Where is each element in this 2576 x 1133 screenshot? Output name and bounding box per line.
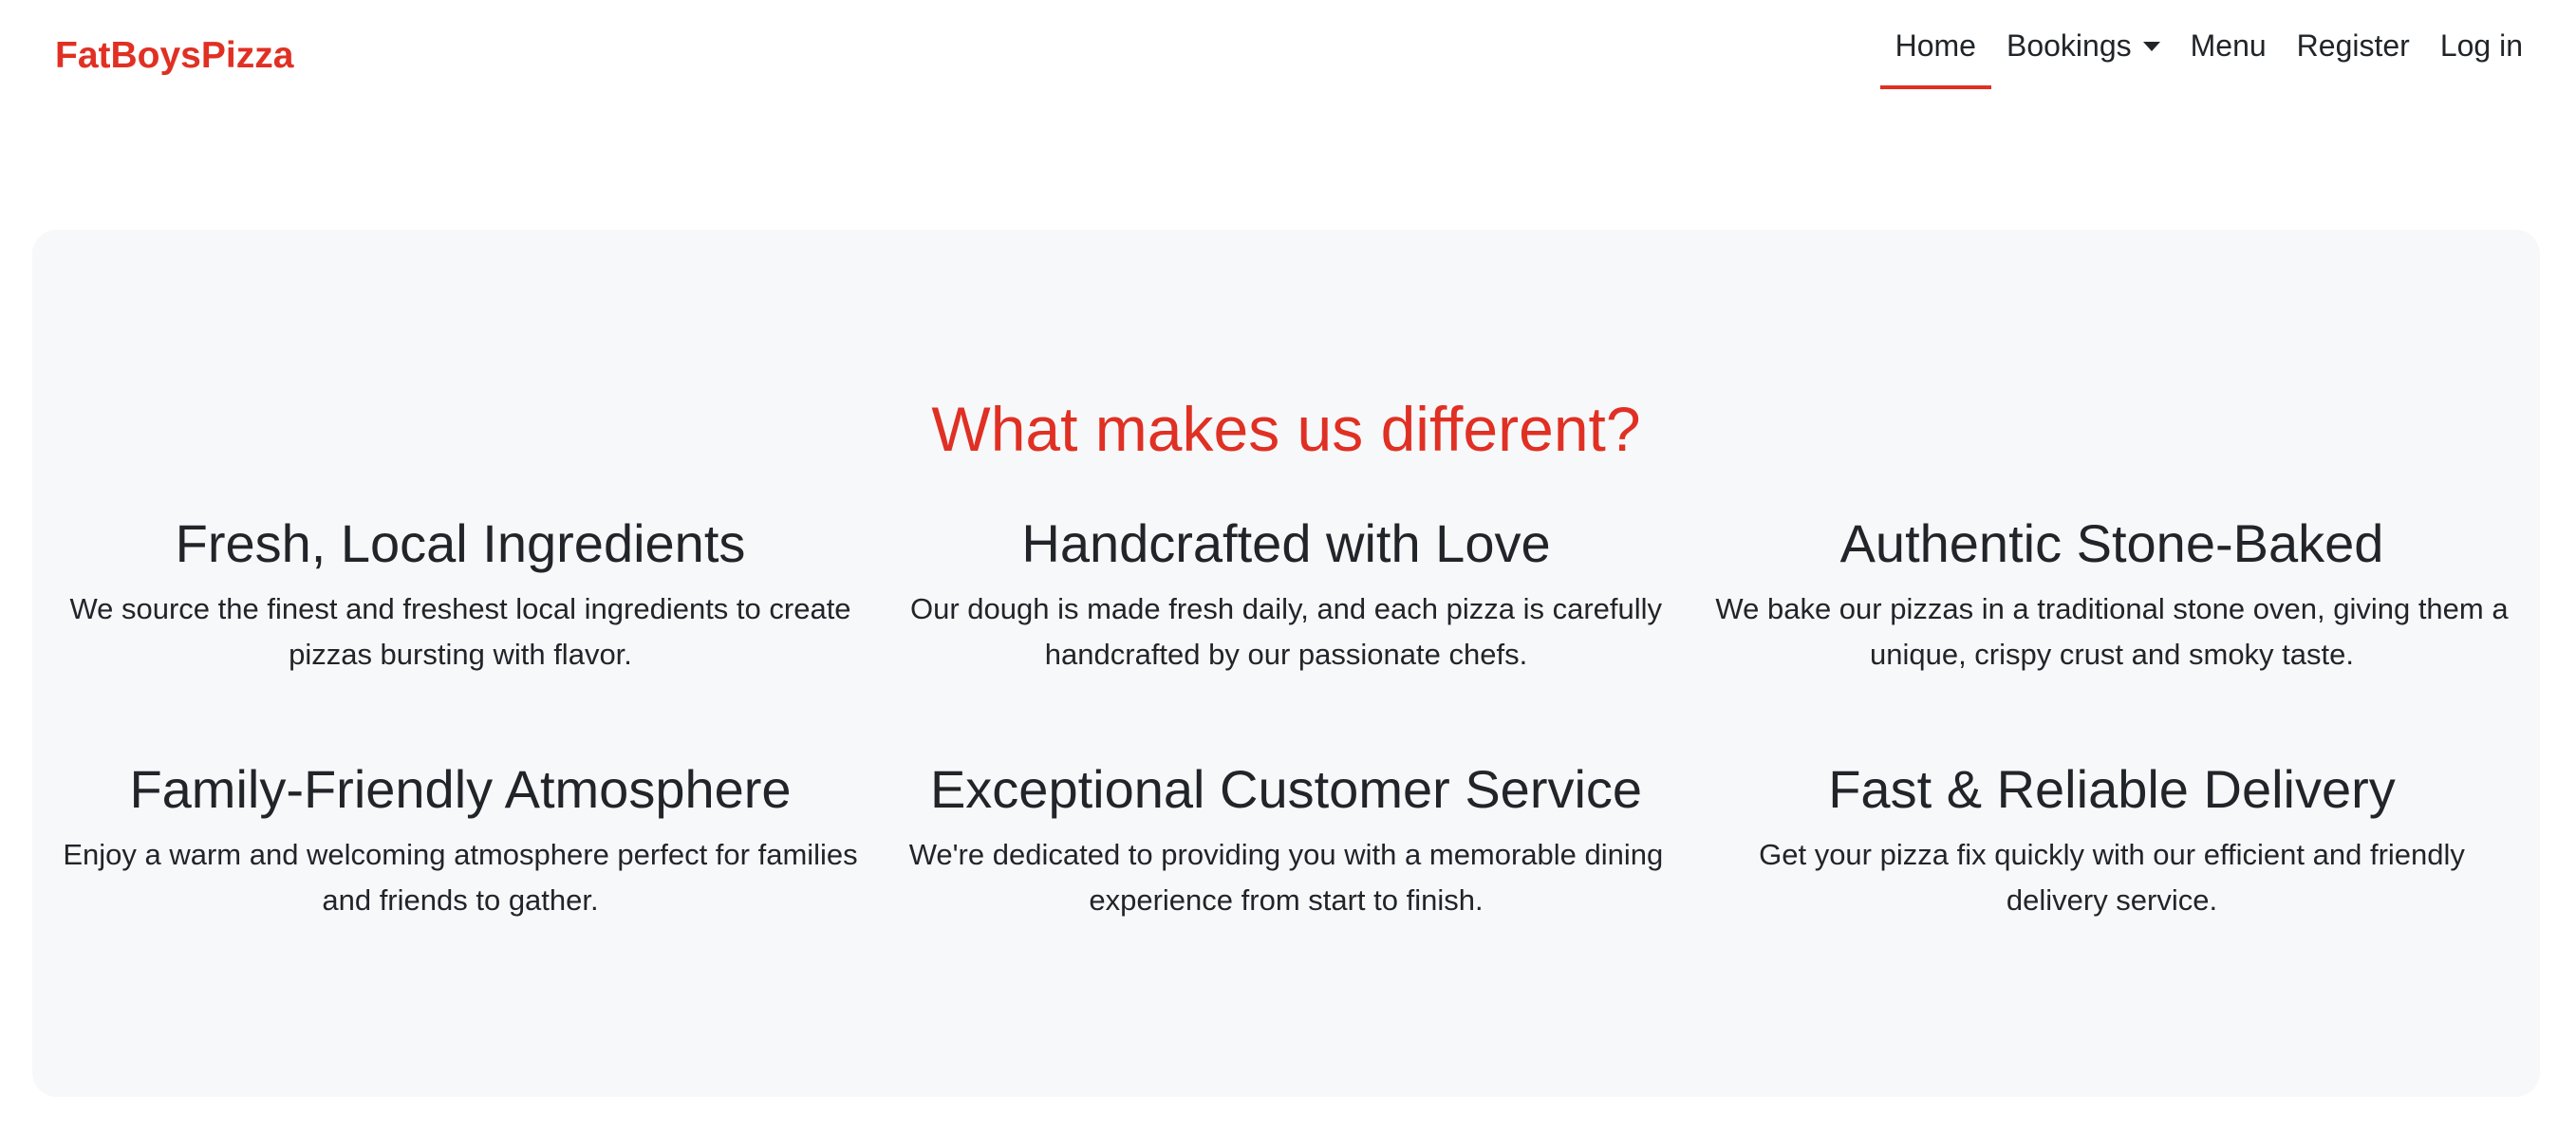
feature-description: We bake our pizzas in a traditional ston…	[1715, 592, 2509, 671]
feature-card-stone-baked: Authentic Stone-Baked We bake our pizzas…	[1708, 512, 2515, 678]
feature-description: Our dough is made fresh daily, and each …	[909, 592, 1663, 671]
brand-logo-link[interactable]: FatBoysPizza	[55, 34, 293, 78]
feature-card-customer-service: Exceptional Customer Service We're dedic…	[883, 758, 1689, 923]
feature-card-handcrafted: Handcrafted with Love Our dough is made …	[883, 512, 1689, 678]
section-title: What makes us different?	[931, 394, 1641, 464]
feature-title: Authentic Stone-Baked	[1839, 513, 2384, 573]
feature-description: We're dedicated to providing you with a …	[908, 838, 1664, 917]
feature-description: We source the finest and freshest local …	[69, 592, 851, 671]
nav-menu[interactable]: Menu	[2175, 21, 2282, 89]
nav-home-label: Home	[1895, 28, 1976, 63]
nav-register[interactable]: Register	[2282, 21, 2425, 89]
feature-card-delivery: Fast & Reliable Delivery Get your pizza …	[1708, 758, 2515, 923]
main-nav: Home Bookings Menu Register Log in	[1879, 21, 2538, 89]
feature-title: Exceptional Customer Service	[929, 759, 1643, 819]
feature-card-family-friendly: Family-Friendly Atmosphere Enjoy a warm …	[57, 758, 864, 923]
nav-register-label: Register	[2296, 28, 2410, 63]
nav-menu-label: Menu	[2190, 28, 2267, 63]
nav-login-label: Log in	[2439, 28, 2523, 63]
feature-description: Get your pizza fix quickly with our effi…	[1759, 838, 2465, 917]
nav-home[interactable]: Home	[1879, 21, 1992, 89]
feature-card-fresh-ingredients: Fresh, Local Ingredients We source the f…	[57, 512, 864, 678]
caret-down-icon	[2142, 42, 2160, 51]
feature-title: Family-Friendly Atmosphere	[129, 759, 792, 819]
nav-bookings-dropdown[interactable]: Bookings	[1991, 21, 2175, 89]
nav-login[interactable]: Log in	[2425, 21, 2538, 89]
feature-title: Fast & Reliable Delivery	[1828, 759, 2396, 819]
navbar: FatBoysPizza Home Bookings Menu Register…	[0, 0, 2576, 95]
feature-title: Fresh, Local Ingredients	[175, 513, 746, 573]
feature-title: Handcrafted with Love	[1021, 513, 1551, 573]
nav-bookings-label: Bookings	[2006, 28, 2132, 63]
features-panel: What makes us different? Fresh, Local In…	[32, 230, 2540, 1097]
feature-description: Enjoy a warm and welcoming atmosphere pe…	[63, 838, 858, 917]
